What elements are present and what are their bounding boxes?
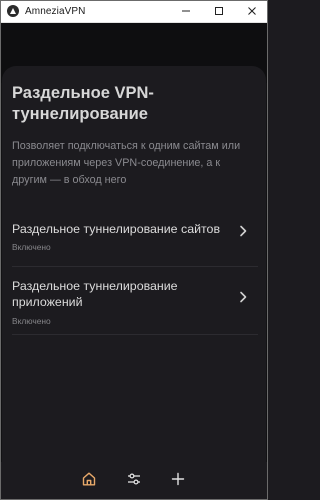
chevron-right-icon: [240, 291, 247, 303]
title-bar[interactable]: AmneziaVPN: [0, 0, 268, 23]
minimize-icon: [181, 10, 190, 12]
window-controls: [169, 0, 268, 22]
chevron-right-icon: [240, 225, 247, 237]
bottom-navigation: [0, 462, 268, 500]
minimize-button[interactable]: [169, 0, 202, 22]
plus-icon: [171, 472, 185, 486]
item-label: Раздельное туннелирование приложений: [12, 279, 178, 309]
nav-home-button[interactable]: [74, 464, 104, 494]
close-button[interactable]: [235, 0, 268, 22]
app-split-tunneling-item[interactable]: Раздельное туннелирование приложений Вкл…: [2, 278, 266, 333]
item-status: Включено: [12, 316, 51, 326]
nav-add-button[interactable]: [163, 464, 193, 494]
home-icon: [82, 472, 96, 486]
page-description: Позволяет подключаться к одним сайтам ил…: [12, 140, 241, 186]
settings-sliders-icon: [128, 473, 140, 485]
maximize-icon: [214, 7, 223, 15]
app-window: AmneziaVPN Раздельное VPN-туннелирование…: [0, 0, 268, 500]
close-icon: [247, 7, 256, 15]
site-split-tunneling-item[interactable]: Раздельное туннелирование сайтов Включен…: [2, 221, 266, 265]
maximize-button[interactable]: [202, 0, 235, 22]
window-title: AmneziaVPN: [25, 5, 86, 17]
item-status: Включено: [12, 242, 51, 252]
app-logo-icon: [7, 5, 19, 17]
page-title: Раздельное VPN-туннелирование: [12, 84, 154, 123]
settings-sheet: Раздельное VPN-туннелирование Позволяет …: [2, 66, 266, 498]
divider: [12, 334, 258, 335]
item-label: Раздельное туннелирование сайтов: [12, 222, 221, 236]
divider: [12, 266, 258, 267]
nav-settings-button[interactable]: [119, 464, 149, 494]
